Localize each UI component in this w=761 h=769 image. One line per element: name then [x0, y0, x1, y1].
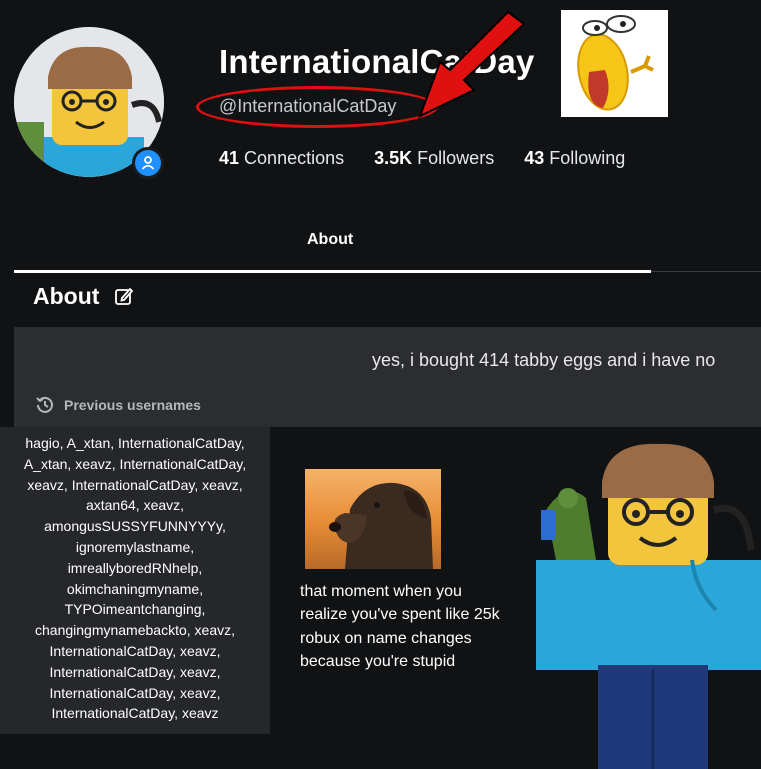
username-history-line: hagio, A_xtan, InternationalCatDay,	[25, 435, 245, 451]
username-history-line: TYPOimeantchanging,	[64, 601, 206, 618]
followers-label: Followers	[417, 148, 495, 168]
username-history-line: amongusSUSSYFUNNYYYy,	[44, 518, 226, 535]
followers-count: 3.5K	[374, 148, 413, 168]
username-history-line: InternationalCatDay, xeavz,	[49, 684, 221, 701]
verified-badge	[132, 147, 164, 179]
previous-usernames-tooltip: hagio, A_xtan, InternationalCatDay, A_xt…	[0, 427, 270, 734]
history-icon	[36, 396, 53, 413]
emoji-sticker	[561, 10, 668, 117]
username-history-line: ignoremylastname,	[75, 538, 195, 555]
tab-about[interactable]: About	[307, 231, 353, 249]
username-history-line: InternationalCatDay, xeavz,	[49, 642, 221, 659]
meme-caption: that moment when you realize you've spen…	[300, 580, 500, 673]
username-history-line: axtan64, xeavz,	[85, 497, 185, 514]
connections-label: Connections	[244, 148, 345, 168]
username-history-line: changingmynamebackto, xeavz,	[35, 622, 235, 639]
avatar-full-body	[536, 443, 761, 769]
username-history-line: A_xtan, xeavz, InternationalCatDay,	[23, 455, 247, 472]
following-label: Following	[549, 148, 626, 168]
username-history-line: okimchaningmyname,	[66, 580, 204, 597]
about-heading: About	[33, 283, 100, 309]
dog-meme-image	[305, 469, 441, 569]
caption-line: because you're stupid	[300, 652, 456, 670]
profile-stats: 41 Connections 3.5K Followers 43 Followi…	[219, 148, 625, 169]
username-history-line: xeavz, InternationalCatDay, xeavz,	[27, 476, 243, 493]
connections-stat[interactable]: 41 Connections	[219, 148, 344, 169]
tab-active-indicator	[14, 270, 651, 273]
username-history-line: InternationalCatDay, xeavz	[51, 705, 219, 722]
tab-divider	[651, 271, 761, 272]
caption-line: that moment when you	[300, 583, 462, 600]
bio-text: yes, i bought 414 tabby eggs and i have …	[372, 350, 716, 370]
edit-icon[interactable]	[114, 286, 134, 306]
person-icon	[141, 156, 155, 170]
caption-line: robux on name changes	[300, 629, 472, 647]
annotation-arrow	[418, 10, 526, 118]
previous-usernames-label: Previous usernames	[64, 397, 201, 413]
previous-usernames-button[interactable]: Previous usernames	[34, 394, 201, 416]
username-history-line: InternationalCatDay, xeavz,	[49, 663, 221, 680]
connections-count: 41	[219, 148, 240, 168]
following-count: 43	[524, 148, 545, 168]
following-stat[interactable]: 43 Following	[524, 148, 625, 169]
username-history-line: imreallyboredRNhelp,	[67, 559, 203, 576]
caption-line: realize you've spent like 25k	[300, 606, 500, 624]
followers-stat[interactable]: 3.5K Followers	[374, 148, 494, 169]
